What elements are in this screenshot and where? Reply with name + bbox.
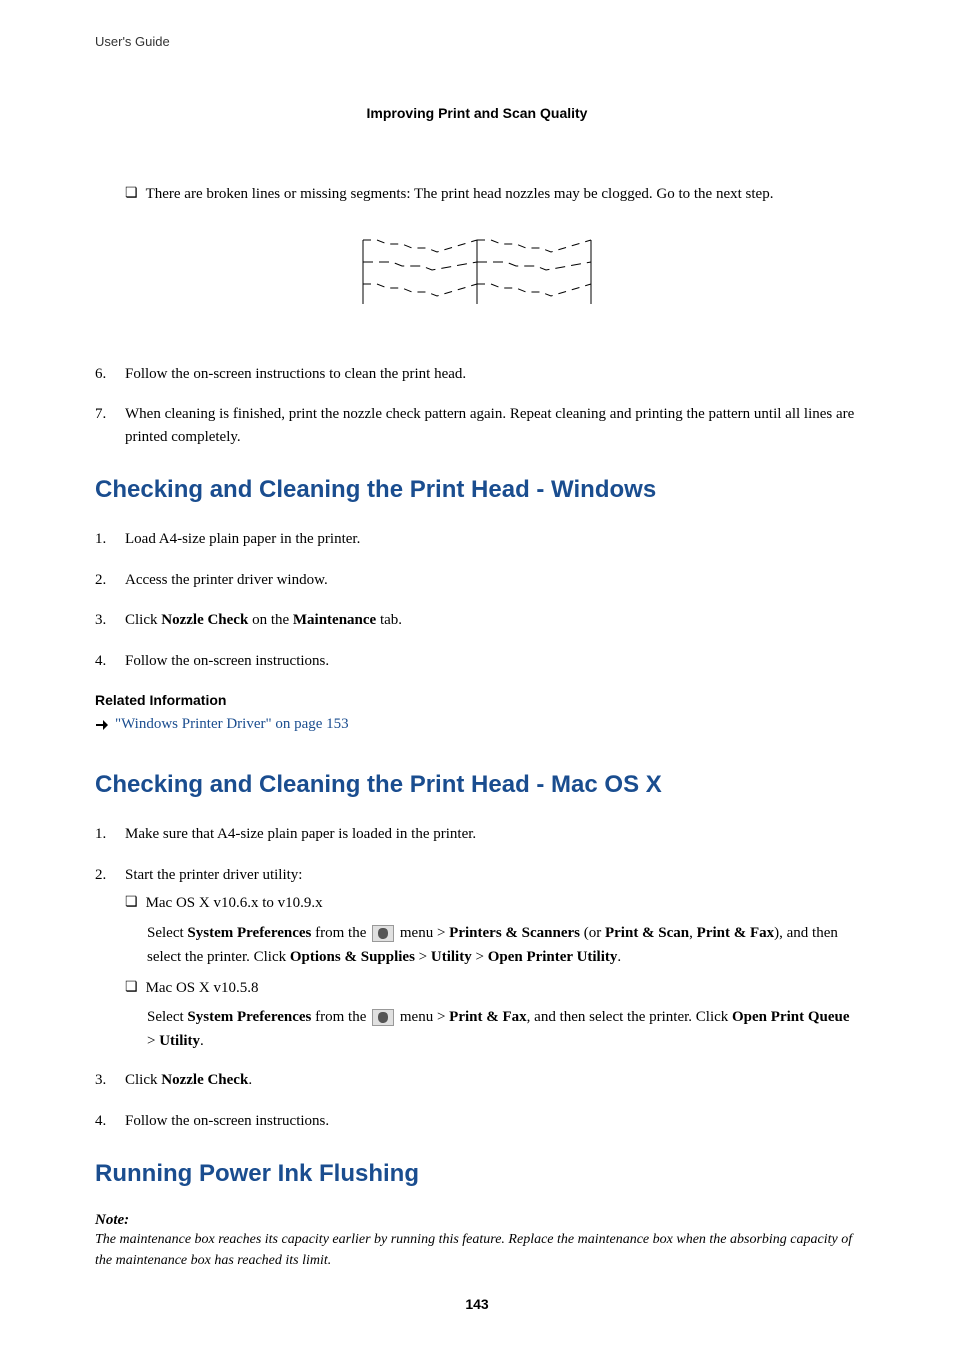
- step-text: Follow the on-screen instructions to cle…: [125, 363, 859, 386]
- broken-lines-bullet: ❏ There are broken lines or missing segm…: [125, 183, 859, 206]
- step-number: 1.: [95, 528, 125, 551]
- heading-flush: Running Power Ink Flushing: [95, 1160, 859, 1188]
- step-number: 4.: [95, 1110, 125, 1133]
- broken-lines-text: There are broken lines or missing segmen…: [146, 183, 774, 206]
- mac-step-2: 2. Start the printer driver utility:: [95, 864, 859, 887]
- win-step-4: 4. Follow the on-screen instructions.: [95, 650, 859, 673]
- step-6: 6. Follow the on-screen instructions to …: [95, 363, 859, 386]
- bullet-marker-icon: ❏: [125, 183, 138, 206]
- related-info-heading: Related Information: [95, 692, 859, 708]
- step-text: Click Nozzle Check on the Maintenance ta…: [125, 609, 859, 632]
- page-number: 143: [0, 1296, 954, 1312]
- note-text: The maintenance box reaches its capacity…: [95, 1229, 859, 1271]
- mac-sub-label: Mac OS X v10.6.x to v10.9.x: [146, 892, 323, 915]
- mac-step-1: 1. Make sure that A4-size plain paper is…: [95, 823, 859, 846]
- mac-step-4: 4. Follow the on-screen instructions.: [95, 1110, 859, 1133]
- related-link-text: "Windows Printer Driver" on page 153: [115, 716, 349, 733]
- step-number: 2.: [95, 569, 125, 592]
- mac-step-3: 3. Click Nozzle Check.: [95, 1069, 859, 1092]
- guide-label: User's Guide: [95, 34, 859, 49]
- step-text: Make sure that A4-size plain paper is lo…: [125, 823, 859, 846]
- step-text: Load A4-size plain paper in the printer.: [125, 528, 859, 551]
- apple-menu-icon: [372, 925, 394, 942]
- section-header: Improving Print and Scan Quality: [95, 105, 859, 121]
- arrow-right-icon: [95, 718, 109, 732]
- win-step-3: 3. Click Nozzle Check on the Maintenance…: [95, 609, 859, 632]
- step-number: 3.: [95, 1069, 125, 1092]
- step-text: Click Nozzle Check.: [125, 1069, 859, 1092]
- mac-sub-1-text: Select System Preferences from the menu …: [147, 921, 859, 969]
- step-text: Follow the on-screen instructions.: [125, 1110, 859, 1133]
- bullet-marker-icon: ❏: [125, 892, 138, 915]
- bullet-marker-icon: ❏: [125, 977, 138, 1000]
- mac-sub-2-text: Select System Preferences from the menu …: [147, 1005, 859, 1053]
- step-number: 2.: [95, 864, 125, 887]
- mac-sub-bullet-1: ❏ Mac OS X v10.6.x to v10.9.x: [125, 892, 859, 915]
- win-step-1: 1. Load A4-size plain paper in the print…: [95, 528, 859, 551]
- step-text: Access the printer driver window.: [125, 569, 859, 592]
- win-step-2: 2. Access the printer driver window.: [95, 569, 859, 592]
- step-text: Follow the on-screen instructions.: [125, 650, 859, 673]
- step-text: Start the printer driver utility:: [125, 864, 859, 887]
- step-number: 1.: [95, 823, 125, 846]
- apple-menu-icon: [372, 1009, 394, 1026]
- mac-sub-label: Mac OS X v10.5.8: [146, 977, 259, 1000]
- step-number: 7.: [95, 403, 125, 448]
- heading-windows: Checking and Cleaning the Print Head - W…: [95, 476, 859, 504]
- heading-mac: Checking and Cleaning the Print Head - M…: [95, 771, 859, 799]
- related-link[interactable]: "Windows Printer Driver" on page 153: [95, 716, 859, 733]
- step-7: 7. When cleaning is finished, print the …: [95, 403, 859, 448]
- step-number: 6.: [95, 363, 125, 386]
- step-number: 3.: [95, 609, 125, 632]
- nozzle-pattern-diagram: [95, 234, 859, 315]
- mac-sub-bullet-2: ❏ Mac OS X v10.5.8: [125, 977, 859, 1000]
- step-number: 4.: [95, 650, 125, 673]
- note-label: Note:: [95, 1212, 859, 1229]
- step-text: When cleaning is finished, print the noz…: [125, 403, 859, 448]
